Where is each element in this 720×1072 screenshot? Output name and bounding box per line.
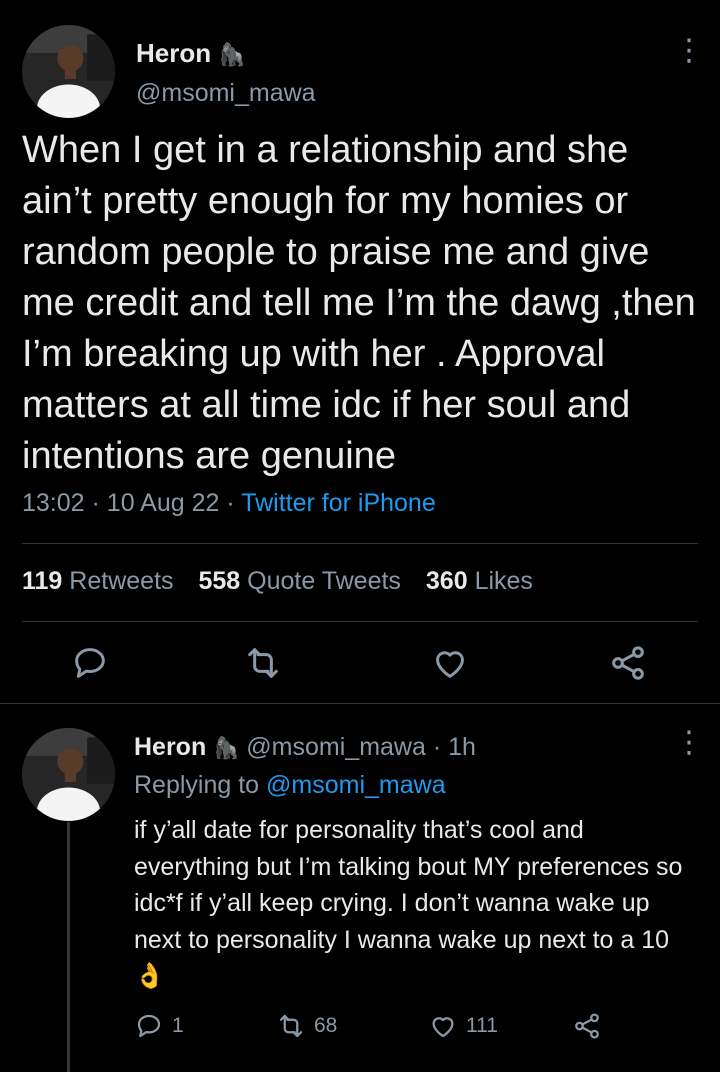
replying-prefix: Replying to (134, 771, 260, 799)
retweets-label: Retweets (69, 567, 174, 595)
share-icon[interactable] (608, 643, 648, 683)
reply-icon[interactable] (70, 643, 110, 683)
reply-author-handle[interactable]: @msomi_mawa (246, 733, 426, 761)
thread-line (67, 822, 70, 1072)
like-count: 111 (466, 1014, 498, 1037)
reply-author-name[interactable]: Heron (134, 733, 206, 761)
author-handle[interactable]: @msomi_mawa (136, 79, 316, 108)
more-options-icon[interactable]: ⋮ (674, 36, 704, 66)
reply-reply-button[interactable]: 1 (134, 1010, 184, 1042)
replying-to-link[interactable]: @msomi_mawa (266, 771, 446, 799)
reply-more-options-icon[interactable]: ⋮ (674, 728, 704, 758)
reply-header: Heron 🦍 @msomi_mawa · 1h (134, 733, 476, 762)
share-icon (575, 1013, 599, 1039)
gorilla-icon: 🦍 (213, 737, 240, 760)
reply-age[interactable]: 1h (448, 733, 476, 761)
tweet-stats: 119 Retweets 558 Quote Tweets 360 Likes (22, 567, 533, 596)
avatar-photo (22, 25, 115, 118)
quotes-count: 558 (198, 567, 241, 595)
reply-retweet-button[interactable]: 68 (276, 1010, 337, 1042)
divider (22, 621, 698, 622)
divider (0, 703, 720, 704)
avatar-photo (22, 728, 115, 821)
tweet-date: 10 Aug 22 (106, 489, 220, 517)
reply-icon (137, 1014, 161, 1038)
retweets-count: 119 (22, 567, 63, 595)
tweet-time: 13:02 (22, 489, 85, 517)
tweet-meta: 13:02 · 10 Aug 22 · Twitter for iPhone (22, 489, 436, 518)
likes-count: 360 (425, 567, 468, 595)
reply-count: 1 (172, 1014, 184, 1037)
retweet-icon[interactable] (243, 643, 283, 683)
meta-separator: · (226, 489, 235, 517)
reply-share-button[interactable] (572, 1010, 610, 1042)
gorilla-icon: 🦍 (218, 42, 246, 67)
like-icon (432, 1017, 454, 1038)
meta-separator: · (91, 489, 100, 517)
divider (22, 543, 698, 544)
author-name[interactable]: Heron 🦍 (136, 38, 246, 69)
reply-author-avatar[interactable] (22, 728, 115, 821)
reply-text: if y’all date for personality that’s coo… (134, 816, 683, 990)
reply-like-button[interactable]: 111 (428, 1010, 498, 1042)
like-icon[interactable] (430, 643, 470, 683)
likes-label: Likes (474, 567, 533, 595)
quotes-label: Quote Tweets (247, 567, 401, 595)
likes-stat[interactable]: 360 Likes (426, 567, 533, 595)
tweet-source-link[interactable]: Twitter for iPhone (241, 489, 436, 517)
tweet-text: When I get in a relationship and she ain… (22, 129, 696, 477)
retweet-count: 68 (314, 1014, 338, 1037)
author-avatar[interactable] (22, 25, 115, 118)
reply-separator: · (432, 733, 442, 761)
replying-to: Replying to @msomi_mawa (134, 771, 446, 800)
quotes-stat[interactable]: 558 Quote Tweets (198, 567, 400, 595)
retweets-stat[interactable]: 119 Retweets (22, 567, 174, 595)
author-name-text: Heron (136, 38, 212, 68)
retweet-icon (279, 1014, 303, 1038)
